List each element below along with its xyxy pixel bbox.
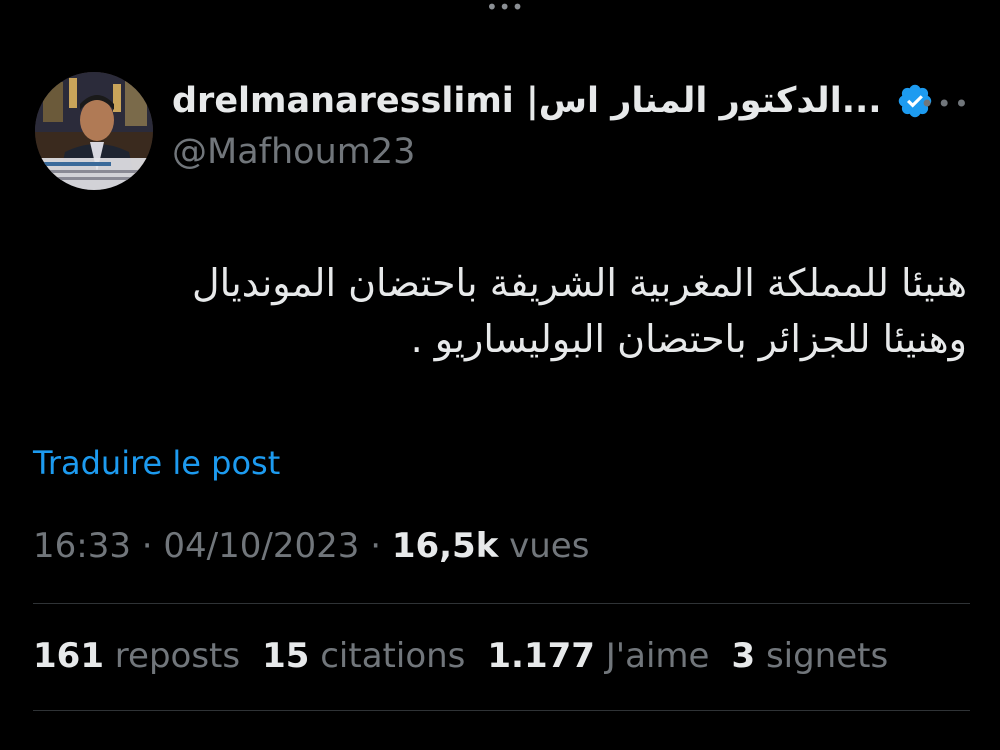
quotes-stat[interactable]: 15 citations xyxy=(262,636,465,676)
reposts-label: reposts xyxy=(114,636,241,676)
meta-separator: · xyxy=(141,526,153,566)
likes-count: 1.177 xyxy=(487,636,595,676)
divider xyxy=(33,710,970,711)
likes-stat[interactable]: 1.177 J'aime xyxy=(487,636,709,676)
drag-handle[interactable]: ••• xyxy=(486,0,523,17)
quotes-count: 15 xyxy=(262,636,310,676)
divider xyxy=(33,603,970,604)
engagement-stats: 161 reposts 15 citations 1.177 J'aime 3 … xyxy=(33,636,888,676)
tweet-date[interactable]: 04/10/2023 xyxy=(163,526,359,566)
quotes-label: citations xyxy=(320,636,466,676)
translate-post-link[interactable]: Traduire le post xyxy=(33,444,280,482)
avatar[interactable] xyxy=(35,72,153,190)
bookmarks-stat[interactable]: 3 signets xyxy=(731,636,888,676)
author-display-name[interactable]: drelmanaresslimi |الدكتور المنار اس... xyxy=(172,81,882,121)
tweet-meta: 16:33 · 04/10/2023 · 16,5k vues xyxy=(33,526,589,566)
reposts-count: 161 xyxy=(33,636,104,676)
bookmarks-count: 3 xyxy=(731,636,756,676)
views-label: vues xyxy=(509,526,590,566)
tweet-time[interactable]: 16:33 xyxy=(33,526,131,566)
tweet-line: وهنيئا للجزائر باحتضان البوليساريو . xyxy=(410,317,967,361)
likes-label: J'aime xyxy=(605,636,710,676)
meta-separator: · xyxy=(370,526,382,566)
author-handle[interactable]: @Mafhoum23 xyxy=(172,132,415,172)
more-options-icon[interactable]: ••• xyxy=(920,90,971,118)
reposts-stat[interactable]: 161 reposts xyxy=(33,636,240,676)
tweet-text: هنيئا للمملكة المغربية الشريفة باحتضان ا… xyxy=(37,255,967,367)
tweet-line: هنيئا للمملكة المغربية الشريفة باحتضان ا… xyxy=(191,261,967,305)
views-count: 16,5k xyxy=(391,526,499,566)
bookmarks-label: signets xyxy=(765,636,889,676)
